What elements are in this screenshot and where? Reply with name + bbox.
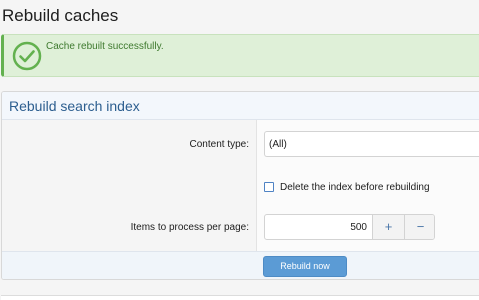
check-circle-icon bbox=[12, 41, 42, 71]
success-alert: Cache rebuilt successfully. bbox=[1, 34, 479, 77]
delete-index-checkbox[interactable] bbox=[264, 182, 274, 192]
page-title: Rebuild caches bbox=[2, 6, 119, 25]
increment-button[interactable]: + bbox=[372, 215, 404, 239]
next-panel-edge bbox=[1, 295, 479, 300]
rebuild-search-index-panel: Rebuild search index Content type: Items… bbox=[1, 91, 479, 280]
form-footer: Rebuild now bbox=[2, 251, 479, 279]
decrement-button[interactable]: − bbox=[404, 215, 434, 239]
form-labels-column: Content type: Items to process per page: bbox=[2, 120, 257, 251]
delete-index-option[interactable]: Delete the index before rebuilding bbox=[264, 180, 430, 194]
items-per-page-input[interactable]: 500 + − bbox=[264, 214, 435, 240]
alert-message: Cache rebuilt successfully. bbox=[46, 41, 164, 52]
content-type-select[interactable]: (All) bbox=[264, 131, 479, 157]
items-per-page-label: Items to process per page: bbox=[130, 222, 249, 233]
panel-header: Rebuild search index bbox=[2, 92, 479, 120]
form-controls-column: (All) Delete the index before rebuilding… bbox=[257, 120, 479, 251]
panel-title: Rebuild search index bbox=[9, 98, 140, 114]
rebuild-now-button[interactable]: Rebuild now bbox=[263, 256, 347, 277]
items-per-page-value[interactable]: 500 bbox=[265, 215, 372, 239]
delete-index-label[interactable]: Delete the index before rebuilding bbox=[280, 182, 430, 193]
content-type-label: Content type: bbox=[189, 139, 249, 150]
